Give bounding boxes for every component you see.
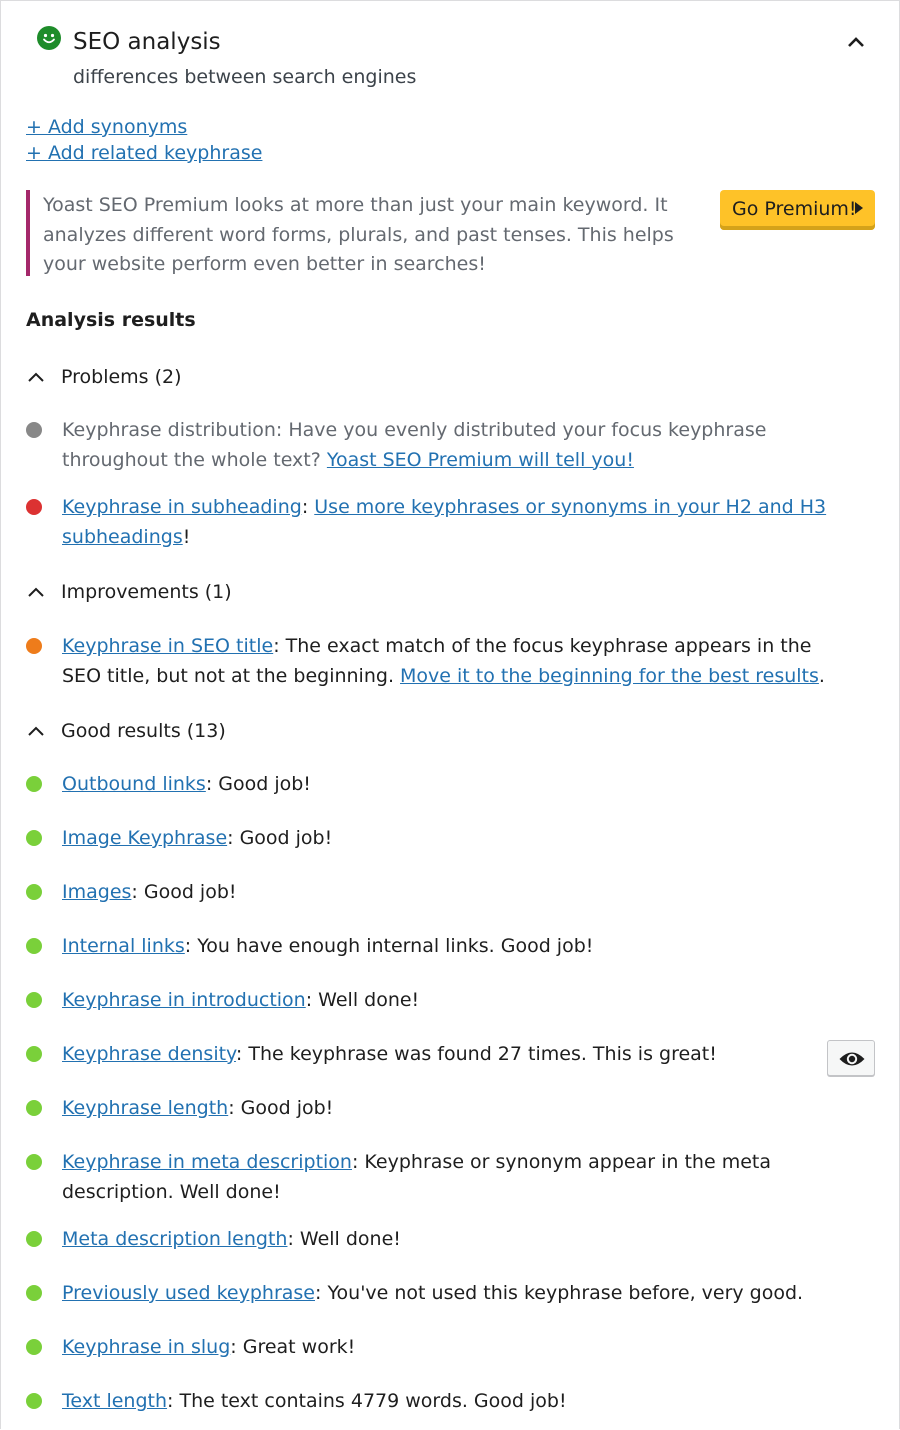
result-keyphrase-density: Keyphrase density: The keyphrase was fou… [62,1040,812,1070]
result-keyphrase-meta-description: Keyphrase in meta description: Keyphrase… [62,1148,852,1207]
chevron-up-icon [28,372,44,382]
result-separator: : [301,496,315,518]
analysis-results-heading: Analysis results [26,309,196,331]
result-title-link[interactable]: Keyphrase in introduction [62,989,306,1011]
result-text: . [818,664,825,687]
status-bullet-green [26,1100,42,1116]
result-text: : Great work! [230,1336,356,1358]
result-title-link[interactable]: Previously used keyphrase [62,1282,315,1304]
result-image-keyphrase: Image Keyphrase: Good job! [62,824,852,854]
result-text: : Well done! [305,989,420,1011]
result-text-length: Text length: The text contains 4779 word… [62,1387,852,1417]
premium-tell-you-link[interactable]: Yoast SEO Premium will tell you! [327,449,634,471]
status-bullet-green [26,1339,42,1355]
result-keyphrase-subheading: Keyphrase in subheading: Use more keyphr… [62,493,852,552]
result-title-link[interactable]: Internal links [62,935,185,957]
chevron-up-icon [28,587,44,597]
status-bullet-green [26,1231,42,1247]
result-title-link[interactable]: Keyphrase in subheading [62,496,302,518]
result-text: : Good job! [228,1097,334,1119]
result-title-link[interactable]: Image Keyphrase [62,827,227,849]
result-title-link[interactable]: Keyphrase in meta description [62,1151,352,1173]
result-title-link[interactable]: Outbound links [62,773,206,795]
caret-right-icon [855,202,863,214]
result-images: Images: Good job! [62,878,852,908]
good-results-heading: Good results (13) [61,720,226,742]
result-keyphrase-slug: Keyphrase in slug: Great work! [62,1333,852,1363]
result-title-link[interactable]: Keyphrase in slug [62,1336,230,1358]
highlight-eye-button[interactable] [827,1040,875,1076]
add-synonyms-link[interactable]: + Add synonyms [26,116,187,138]
result-title-link[interactable]: Keyphrase in SEO title [62,635,273,657]
result-text: : Good job! [131,881,237,903]
problems-heading: Problems (2) [61,366,182,388]
premium-notice-text: Yoast SEO Premium looks at more than jus… [43,194,674,275]
result-title-link[interactable]: Images [62,881,131,903]
status-bullet-red [26,499,42,515]
status-bullet-green [26,938,42,954]
collapse-chevron-up-icon[interactable] [844,32,868,52]
status-bullet-green [26,992,42,1008]
result-keyphrase-introduction: Keyphrase in introduction: Well done! [62,986,852,1016]
status-bullet-green [26,1285,42,1301]
result-text: : Good job! [227,827,333,849]
result-text: : You've not used this keyphrase before,… [315,1282,804,1304]
eye-icon [839,1052,865,1066]
result-title-link[interactable]: Keyphrase length [62,1097,228,1119]
result-keyphrase-seo-title: Keyphrase in SEO title: The exact match … [62,632,852,691]
focus-keyphrase: differences between search engines [73,66,417,88]
result-text: : You have enough internal links. Good j… [184,935,594,957]
result-text: : The text contains 4779 words. Good job… [167,1390,567,1412]
status-bullet-green [26,1154,42,1170]
result-keyphrase-distribution: Keyphrase distribution: Have you evenly … [62,416,852,475]
status-bullet-orange [26,638,42,654]
status-bullet-gray [26,422,42,438]
status-bullet-green [26,1393,42,1409]
status-bullet-green [26,830,42,846]
chevron-up-icon [28,726,44,736]
improvements-heading: Improvements (1) [61,581,232,603]
result-meta-description-length: Meta description length: Well done! [62,1225,852,1255]
result-internal-links: Internal links: You have enough internal… [62,932,852,962]
result-title-link[interactable]: Keyphrase density [62,1043,236,1065]
result-title-link[interactable]: Text length [62,1390,167,1412]
status-bullet-green [26,1046,42,1062]
status-bullet-green [26,776,42,792]
add-related-keyphrase-link[interactable]: + Add related keyphrase [26,142,262,164]
result-text: ! [182,525,191,548]
move-beginning-link[interactable]: Move it to the beginning for the best re… [400,665,819,687]
status-bullet-green [26,884,42,900]
go-premium-label: Go Premium! [732,198,857,220]
result-text: : The keyphrase was found 27 times. This… [235,1043,717,1065]
smiley-face-icon [37,26,61,50]
result-text: : Well done! [287,1228,401,1250]
panel-title: SEO analysis [73,29,221,55]
result-outbound-links: Outbound links: Good job! [62,770,852,800]
result-text: : Good job! [205,773,311,795]
result-keyphrase-length: Keyphrase length: Good job! [62,1094,852,1124]
result-previously-used-keyphrase: Previously used keyphrase: You've not us… [62,1279,852,1309]
result-title-link[interactable]: Meta description length [62,1228,287,1250]
go-premium-button[interactable]: Go Premium! [720,190,875,230]
